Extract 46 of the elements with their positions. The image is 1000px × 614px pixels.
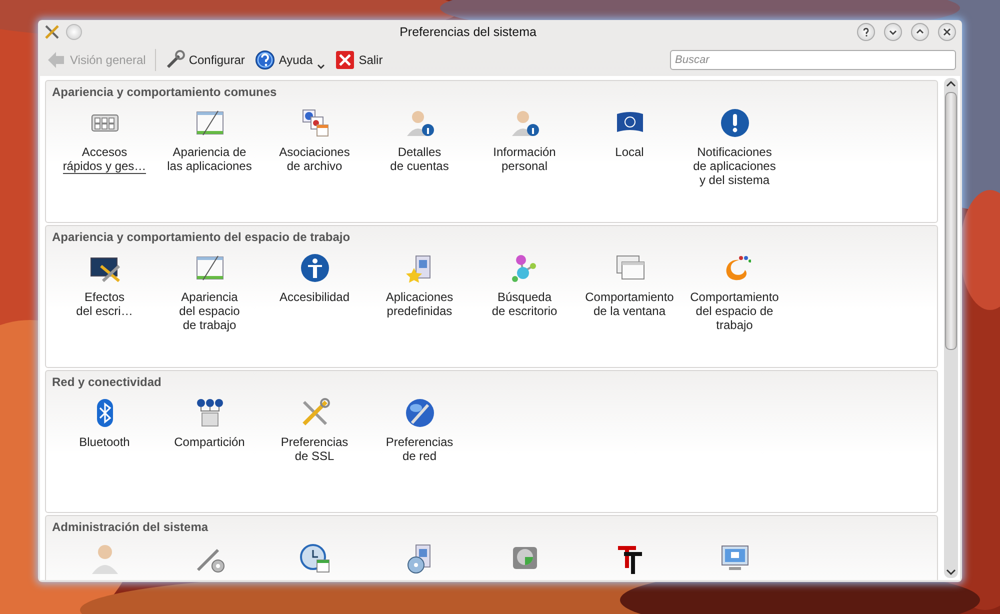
toolbar-button[interactable]: Ayuda bbox=[250, 48, 329, 72]
accessibility-icon bbox=[298, 252, 330, 284]
section-title: Red y conectividad bbox=[51, 374, 162, 389]
window-title: Preferencias del sistema bbox=[398, 25, 538, 39]
settings-item[interactable]: Accesibilidad bbox=[262, 252, 367, 332]
minimize-button[interactable] bbox=[884, 23, 902, 41]
toolbar-button[interactable]: Configurar bbox=[160, 48, 249, 72]
settings-item[interactable]: Bluetooth bbox=[52, 397, 157, 463]
settings-item[interactable]: Aplicaciones predefinidas bbox=[367, 252, 472, 332]
wrench-icon bbox=[164, 50, 185, 70]
settings-item[interactable]: Apariencia del espacio de trabajo bbox=[157, 252, 262, 332]
scrollbar[interactable] bbox=[944, 78, 958, 578]
settings-item[interactable]: Detalles de cuentas bbox=[367, 107, 472, 187]
close-button[interactable] bbox=[938, 23, 956, 41]
settings-item[interactable]: Apariencia de las aplicaciones bbox=[157, 107, 262, 187]
scrollbar-thumb[interactable] bbox=[945, 92, 957, 350]
settings-item[interactable]: Asociaciones de archivo bbox=[262, 107, 367, 187]
section-title: Apariencia y comportamiento del espacio de trabajo bbox=[51, 229, 352, 244]
maximize-button[interactable] bbox=[911, 23, 929, 41]
help-icon bbox=[254, 50, 275, 70]
settings-item[interactable]: Efectos del escri… bbox=[52, 252, 157, 332]
settings-item[interactable]: Preferencias de red bbox=[367, 397, 472, 463]
tools-icon[interactable] bbox=[44, 24, 60, 40]
globe-wrench-icon bbox=[404, 397, 436, 429]
section-title: Administración del sistema bbox=[51, 519, 210, 534]
help-button[interactable] bbox=[857, 23, 875, 41]
settings-item[interactable]: Compartición bbox=[157, 397, 262, 463]
settings-item[interactable]: Notificaciones de aplicaciones y del sistema bbox=[682, 107, 787, 187]
scroll-up-icon[interactable] bbox=[946, 80, 956, 88]
settings-item[interactable]: Local bbox=[577, 107, 682, 187]
section-title: Apariencia y comportamiento comunes bbox=[51, 84, 278, 99]
settings-item[interactable]: Búsqueda de escritorio bbox=[472, 252, 577, 332]
toolbar-button[interactable]: Salir bbox=[330, 48, 387, 72]
back-arrow-icon bbox=[46, 50, 66, 70]
clock-calendar-icon bbox=[298, 542, 330, 574]
alert-icon bbox=[718, 107, 750, 139]
search-field[interactable]: Buscar bbox=[670, 50, 956, 70]
close-icon bbox=[942, 27, 952, 37]
scroll-down-icon[interactable] bbox=[946, 568, 956, 576]
settings-item[interactable]: Comportamiento de la ventana bbox=[577, 252, 682, 332]
settings-item[interactable]: Comportamiento del espacio de trabajo bbox=[682, 252, 787, 332]
settings-item[interactable]: Accesos rápidos y ges… bbox=[52, 107, 157, 187]
help-icon bbox=[861, 27, 871, 37]
settings-item[interactable]: Preferencias de SSL bbox=[262, 397, 367, 463]
settings-item[interactable]: Información personal bbox=[472, 107, 577, 187]
close-icon bbox=[334, 50, 355, 70]
